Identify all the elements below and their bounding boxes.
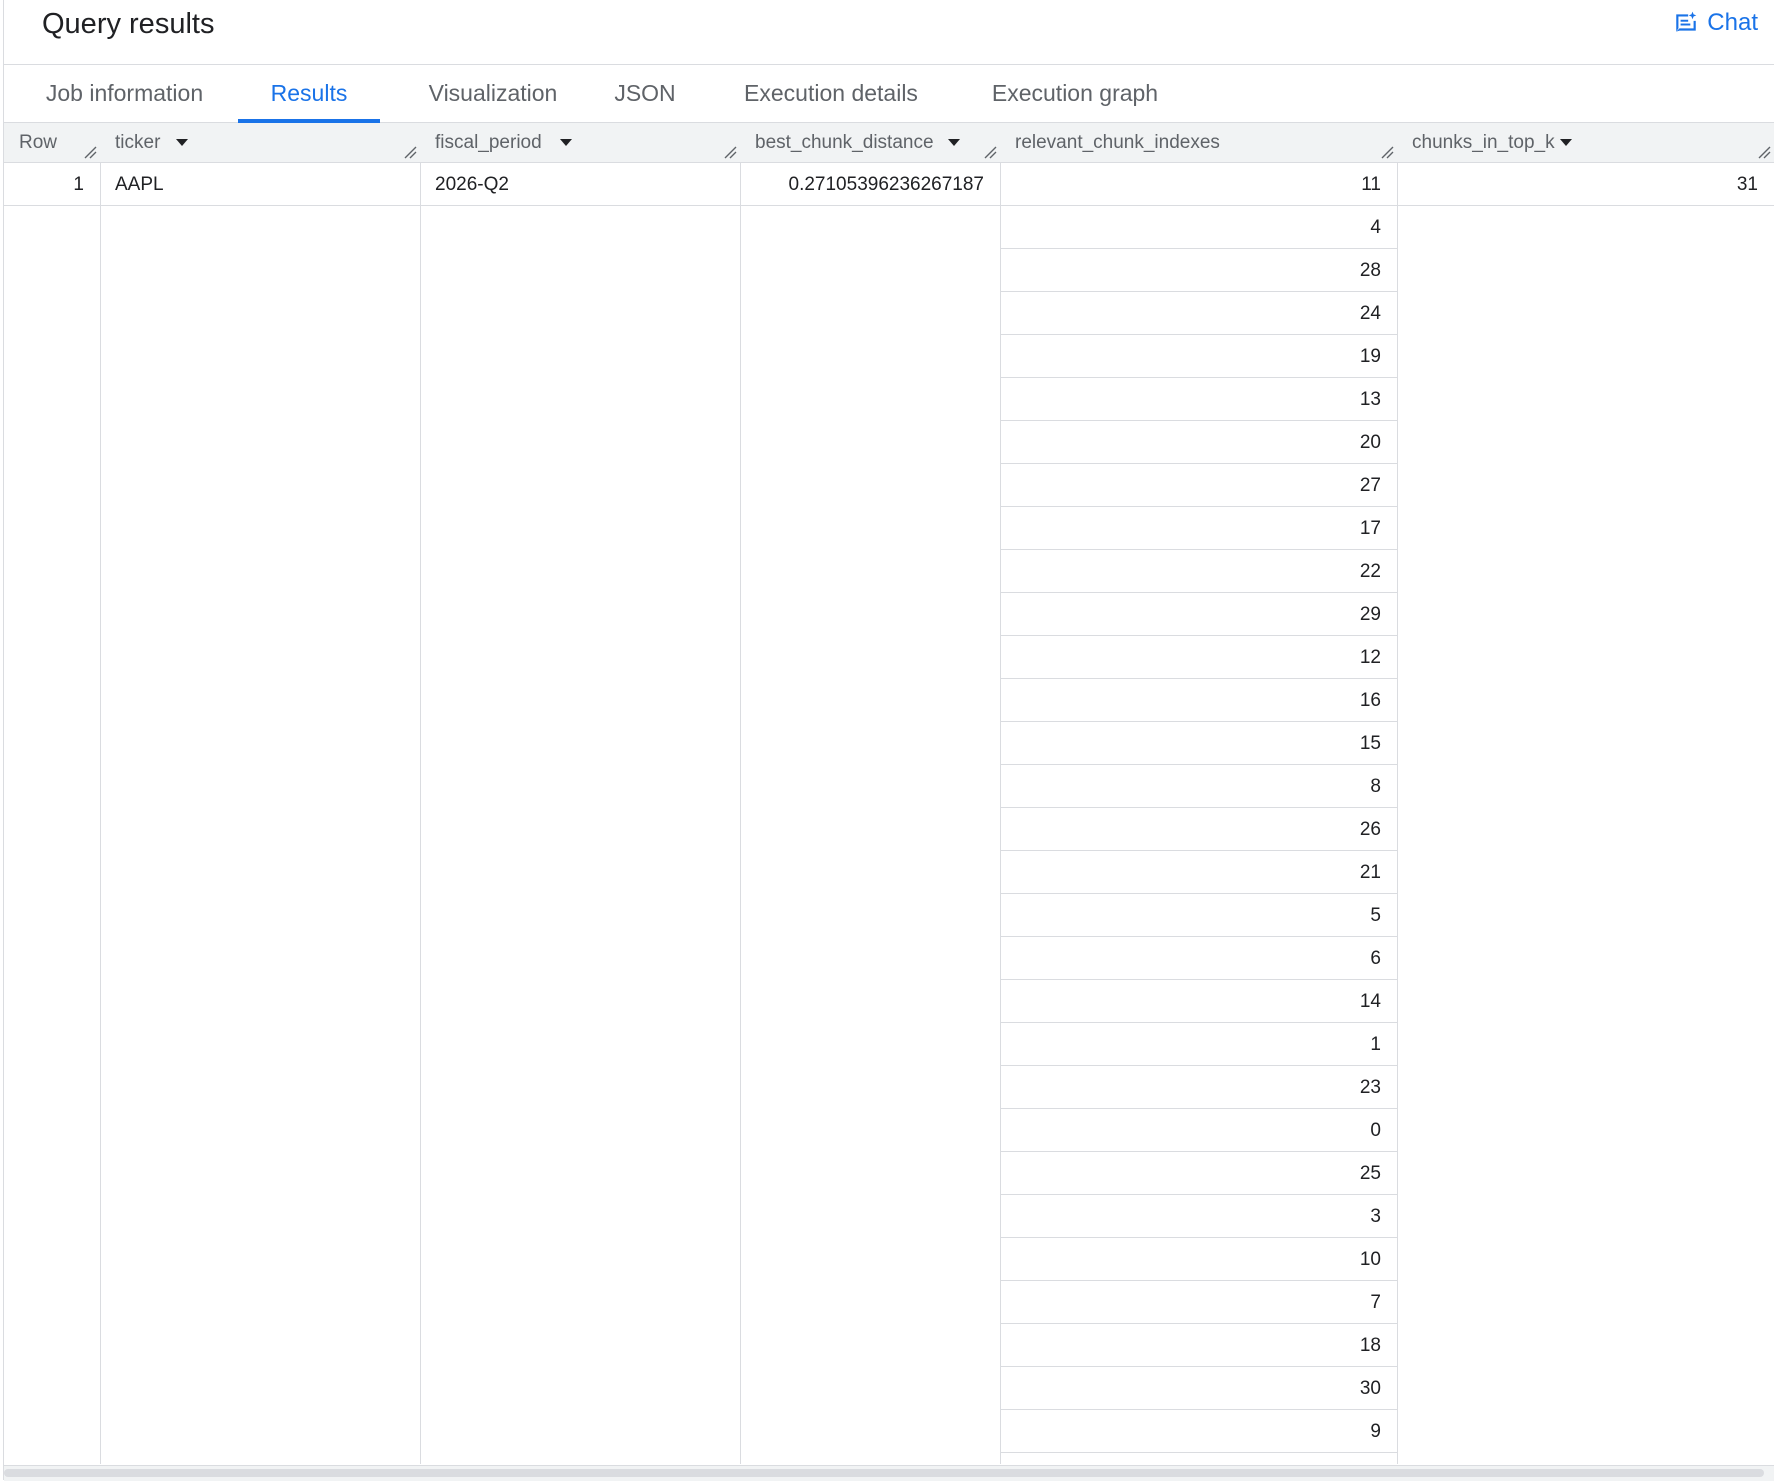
resize-handle-icon[interactable] — [1757, 145, 1771, 159]
cell-relevant-chunk-index[interactable]: 29 — [1000, 593, 1381, 636]
sort-dropdown-icon[interactable] — [1560, 139, 1572, 146]
table-header: Row ticker fiscal_period best_chunk_dist… — [4, 123, 1774, 163]
column-divider — [1397, 163, 1398, 1464]
cell-relevant-chunk-index[interactable]: 1 — [1000, 1023, 1381, 1066]
column-header-label: fiscal_period — [435, 132, 542, 153]
column-divider — [100, 163, 101, 1464]
column-header-label: chunks_in_top_k — [1412, 132, 1555, 153]
cell-relevant-chunk-index[interactable]: 3 — [1000, 1195, 1381, 1238]
column-header-label: relevant_chunk_indexes — [1015, 132, 1220, 153]
cell-relevant-chunk-index[interactable]: 27 — [1000, 464, 1381, 507]
cell-relevant-chunk-index[interactable]: 25 — [1000, 1152, 1381, 1195]
cell-relevant-chunk-index[interactable]: 9 — [1000, 1410, 1381, 1453]
cell-relevant-chunk-index[interactable]: 16 — [1000, 679, 1381, 722]
query-results-header: Query results Chat — [4, 0, 1774, 65]
column-header-ticker[interactable]: ticker — [100, 123, 420, 162]
tab-results[interactable]: Results — [238, 65, 380, 123]
column-header-label: best_chunk_distance — [755, 132, 934, 153]
column-header-label: Row — [19, 132, 58, 153]
tab-json[interactable]: JSON — [604, 65, 686, 122]
cell-relevant-chunk-index[interactable]: 6 — [1000, 937, 1381, 980]
column-header-label: ticker — [115, 132, 161, 153]
resize-handle-icon[interactable] — [723, 145, 737, 159]
cell-relevant-chunk-index[interactable]: 10 — [1000, 1238, 1381, 1281]
scrollbar-thumb[interactable] — [4, 1469, 1764, 1477]
column-header-best-chunk-distance[interactable]: best_chunk_distance — [740, 123, 1000, 162]
cell-chunks-in-top-k[interactable]: 31 — [1397, 163, 1758, 206]
result-tabs: Job information Results Visualization JS… — [4, 65, 1774, 123]
sort-dropdown-icon[interactable] — [948, 139, 960, 146]
column-header-chunks-in-top-k[interactable]: chunks_in_top_k — [1397, 123, 1774, 162]
cell-relevant-chunk-index[interactable]: 21 — [1000, 851, 1381, 894]
cell-ticker[interactable]: AAPL — [115, 163, 405, 206]
cell-relevant-chunk-index[interactable]: 7 — [1000, 1281, 1381, 1324]
cell-relevant-chunk-index[interactable]: 4 — [1000, 206, 1381, 249]
cell-relevant-chunk-index[interactable]: 8 — [1000, 765, 1381, 808]
cell-best-chunk-distance[interactable]: 0.27105396236267187 — [740, 163, 984, 206]
column-divider — [420, 163, 421, 1464]
cell-relevant-chunk-index[interactable]: 24 — [1000, 292, 1381, 335]
tab-job-information[interactable]: Job information — [21, 65, 228, 122]
resize-handle-icon[interactable] — [983, 145, 997, 159]
cell-relevant-chunk-index[interactable]: 18 — [1000, 1324, 1381, 1367]
resize-handle-icon[interactable] — [403, 145, 417, 159]
cell-fiscal-period[interactable]: 2026-Q2 — [435, 163, 725, 206]
chat-button[interactable]: Chat — [1673, 9, 1758, 37]
cell-relevant-chunk-index[interactable]: 22 — [1000, 550, 1381, 593]
column-header-fiscal-period[interactable]: fiscal_period — [420, 123, 740, 162]
array-item-divider — [1001, 1452, 1397, 1453]
page-title: Query results — [42, 8, 215, 40]
cell-relevant-chunk-index[interactable]: 12 — [1000, 636, 1381, 679]
sort-dropdown-icon[interactable] — [560, 139, 572, 146]
cell-relevant-chunk-index[interactable]: 20 — [1000, 421, 1381, 464]
chat-label: Chat — [1707, 9, 1758, 36]
tab-execution-details[interactable]: Execution details — [730, 65, 932, 122]
cell-relevant-chunk-index[interactable]: 14 — [1000, 980, 1381, 1023]
horizontal-scrollbar[interactable] — [4, 1465, 1774, 1481]
sort-dropdown-icon[interactable] — [176, 139, 188, 146]
cell-relevant-chunk-index[interactable]: 28 — [1000, 249, 1381, 292]
cell-relevant-chunk-index[interactable]: 19 — [1000, 335, 1381, 378]
row-number: 1 — [73, 174, 84, 195]
tab-visualization[interactable]: Visualization — [402, 65, 584, 122]
cell-relevant-chunk-index[interactable]: 30 — [1000, 1367, 1381, 1410]
cell-relevant-chunk-index[interactable]: 11 — [1000, 163, 1381, 206]
cell-relevant-chunk-index[interactable]: 0 — [1000, 1109, 1381, 1152]
cell-relevant-chunk-index[interactable]: 13 — [1000, 378, 1381, 421]
cell-relevant-chunk-index[interactable]: 23 — [1000, 1066, 1381, 1109]
column-divider — [740, 163, 741, 1464]
results-table: Row ticker fiscal_period best_chunk_dist… — [4, 123, 1774, 1464]
cell-relevant-chunk-index[interactable]: 17 — [1000, 507, 1381, 550]
resize-handle-icon[interactable] — [83, 145, 97, 159]
tab-execution-graph[interactable]: Execution graph — [974, 65, 1176, 122]
cell-relevant-chunk-index[interactable]: 15 — [1000, 722, 1381, 765]
cell-relevant-chunk-index[interactable]: 5 — [1000, 894, 1381, 937]
cell-relevant-chunk-index[interactable]: 26 — [1000, 808, 1381, 851]
resize-handle-icon[interactable] — [1380, 145, 1394, 159]
column-header-row: Row — [4, 123, 100, 162]
column-header-relevant-chunk-indexes[interactable]: relevant_chunk_indexes — [1000, 123, 1397, 162]
chat-spark-icon — [1676, 11, 1697, 32]
